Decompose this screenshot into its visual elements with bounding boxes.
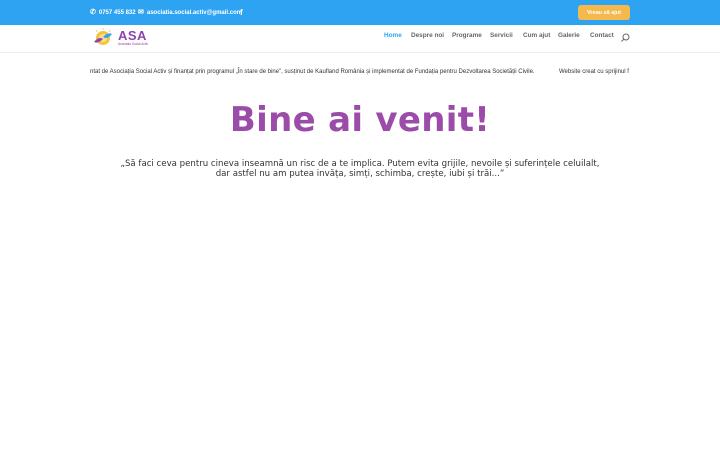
donate-button[interactable]: Vreau să ajut [578,5,630,20]
quote-line-1: „Să faci ceva pentru cineva inseamnă un … [120,159,600,169]
ticker-text-1: ntat de Asociația Social Activ și finanț… [90,69,535,75]
logo-hands-icon [90,27,116,49]
nav-item-despre-noi[interactable]: Despre noi [411,25,444,45]
nav-item-servicii[interactable]: Servicii [490,25,513,45]
nav-item-home[interactable]: Home [384,25,402,45]
phone-icon: ✆ [90,9,96,16]
ticker-text-2: Website creat cu sprijinul f [559,69,629,75]
site-logo[interactable]: ASA Asociația Social Activ [90,26,148,50]
email-contact[interactable]: ✉ asociatia.social.activ@gmail.com [138,0,242,25]
news-ticker: ntat de Asociația Social Activ și finanț… [90,66,630,80]
nav-item-cum-ajut[interactable]: Cum ajut [523,25,550,45]
logo-title: ASA [118,27,147,43]
logo-subtitle: Asociația Social Activ [118,41,149,46]
envelope-icon: ✉ [138,9,144,16]
email-address: asociatia.social.activ@gmail.com [146,9,243,16]
main-header: ASA Asociația Social Activ Home Despre n… [0,25,720,53]
nav-item-galerie[interactable]: Galerie [558,25,580,45]
nav-item-programe[interactable]: Programe [452,25,482,45]
nav-item-contact[interactable]: Contact [590,25,614,45]
quote-line-2: dar astfel nu am putea invăța, simți, sc… [215,169,505,179]
facebook-icon[interactable]: f [240,0,243,25]
search-icon[interactable] [620,30,630,42]
top-bar: ✆ 0757 455 832 ✉ asociatia.social.activ@… [0,0,720,25]
phone-contact[interactable]: ✆ 0757 455 832 [90,0,136,25]
hero-quote: „Să faci ceva pentru cineva inseamnă un … [110,159,610,179]
phone-number: 0757 455 832 [98,9,136,16]
page-title: Bine ai venit! [229,100,491,140]
